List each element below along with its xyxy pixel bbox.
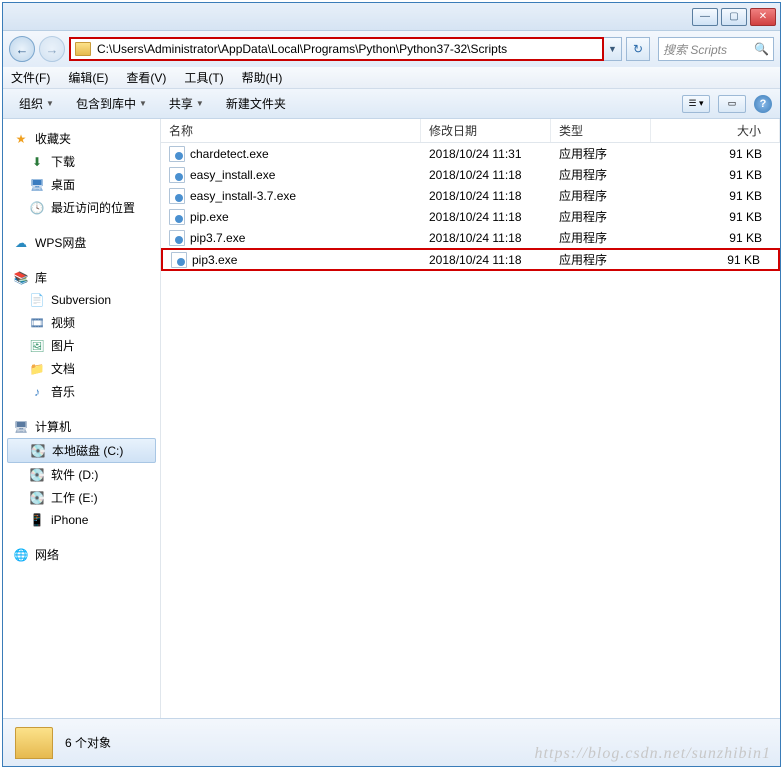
file-date: 2018/10/24 11:18 [421,253,551,267]
file-name: pip.exe [190,210,229,224]
close-button[interactable]: ✕ [750,8,776,26]
file-type: 应用程序 [551,229,651,246]
exe-icon [169,209,185,225]
col-name[interactable]: 名称 [161,119,421,142]
file-date: 2018/10/24 11:18 [421,189,551,203]
exe-icon [169,188,185,204]
view-options-button[interactable]: ☰ ▾ [682,95,710,113]
sidebar-favorites[interactable]: ★收藏夹 [3,127,160,150]
file-date: 2018/10/24 11:18 [421,168,551,182]
file-type: 应用程序 [551,145,651,162]
folder-icon [75,42,91,56]
sidebar-libraries[interactable]: 📚库 [3,266,160,289]
menu-bar: 文件(F) 编辑(E) 查看(V) 工具(T) 帮助(H) [3,67,780,89]
menu-view[interactable]: 查看(V) [126,69,166,86]
file-type: 应用程序 [551,166,651,183]
back-button[interactable]: ← [9,36,35,62]
file-type: 应用程序 [551,187,651,204]
folder-icon [15,727,53,759]
file-name: pip3.7.exe [190,231,245,245]
file-type: 应用程序 [551,208,651,225]
file-row[interactable]: pip3.7.exe 2018/10/24 11:18应用程序91 KB [161,227,780,248]
sidebar-item-drive-e[interactable]: 💽工作 (E:) [3,486,160,509]
refresh-button[interactable]: ↻ [626,37,650,61]
sidebar-item-recent[interactable]: 🕓最近访问的位置 [3,196,160,219]
file-date: 2018/10/24 11:18 [421,231,551,245]
share-button[interactable]: 共享▼ [161,92,212,115]
exe-icon [169,230,185,246]
include-library-button[interactable]: 包含到库中▼ [68,92,155,115]
file-size: 91 KB [651,168,780,182]
file-list-pane: 名称 修改日期 类型 大小 chardetect.exe 2018/10/24 1… [161,119,780,718]
sidebar-item-drive-d[interactable]: 💽软件 (D:) [3,463,160,486]
status-bar: 6 个对象 [3,718,780,766]
search-placeholder: 搜索 Scripts [663,41,727,58]
explorer-window: — ▢ ✕ ← → ▼ ↻ 搜索 Scripts 🔍 文件(F) 编辑(E) 查… [2,2,781,767]
file-row[interactable]: easy_install-3.7.exe 2018/10/24 11:18应用程序… [161,185,780,206]
address-bar[interactable] [69,37,604,61]
exe-icon [169,167,185,183]
sidebar-item-documents[interactable]: 📁文档 [3,357,160,380]
sidebar-wps[interactable]: ☁WPS网盘 [3,231,160,254]
search-box[interactable]: 搜索 Scripts 🔍 [658,37,774,61]
help-button[interactable]: ? [754,95,772,113]
command-bar: 组织▼ 包含到库中▼ 共享▼ 新建文件夹 ☰ ▾ ▭ ? [3,89,780,119]
menu-help[interactable]: 帮助(H) [242,69,283,86]
status-text: 6 个对象 [65,734,111,751]
address-dropdown[interactable]: ▼ [604,37,622,61]
file-rows: chardetect.exe2018/10/24 11:31应用程序91 KBe… [161,143,780,718]
sidebar-item-music[interactable]: ♪音乐 [3,380,160,403]
file-row[interactable]: pip3.exe 2018/10/24 11:18应用程序91 KB [161,248,780,271]
col-type[interactable]: 类型 [551,119,651,142]
file-size: 91 KB [651,210,780,224]
file-name: easy_install-3.7.exe [190,189,296,203]
new-folder-button[interactable]: 新建文件夹 [218,92,294,115]
column-headers: 名称 修改日期 类型 大小 [161,119,780,143]
file-size: 91 KB [651,147,780,161]
exe-icon [171,252,187,268]
forward-button[interactable]: → [39,36,65,62]
sidebar-item-drive-c[interactable]: 💽本地磁盘 (C:) [7,438,156,463]
search-icon: 🔍 [754,42,769,56]
col-size[interactable]: 大小 [651,119,780,142]
titlebar: — ▢ ✕ [3,3,780,31]
sidebar-item-downloads[interactable]: ⬇下载 [3,150,160,173]
file-size: 91 KB [651,189,780,203]
address-input[interactable] [97,42,598,56]
file-row[interactable]: easy_install.exe 2018/10/24 11:18应用程序91 K… [161,164,780,185]
file-size: 91 KB [651,231,780,245]
file-name: chardetect.exe [190,147,269,161]
sidebar-network[interactable]: 🌐网络 [3,543,160,566]
file-name: pip3.exe [192,253,237,267]
exe-icon [169,146,185,162]
sidebar-item-pictures[interactable]: 🖼图片 [3,334,160,357]
nav-sidebar: ★收藏夹 ⬇下载 🖥桌面 🕓最近访问的位置 ☁WPS网盘 📚库 📄Subvers… [3,119,161,718]
preview-pane-button[interactable]: ▭ [718,95,746,113]
file-name: easy_install.exe [190,168,275,182]
file-size: 91 KB [651,253,778,267]
minimize-button[interactable]: — [692,8,718,26]
sidebar-item-desktop[interactable]: 🖥桌面 [3,173,160,196]
file-date: 2018/10/24 11:18 [421,210,551,224]
file-type: 应用程序 [551,251,651,268]
file-row[interactable]: chardetect.exe 2018/10/24 11:31应用程序91 KB [161,143,780,164]
sidebar-computer[interactable]: 🖥计算机 [3,415,160,438]
menu-tools[interactable]: 工具(T) [184,69,223,86]
sidebar-item-videos[interactable]: 🎞视频 [3,311,160,334]
menu-file[interactable]: 文件(F) [11,69,50,86]
maximize-button[interactable]: ▢ [721,8,747,26]
file-date: 2018/10/24 11:31 [421,147,551,161]
col-date[interactable]: 修改日期 [421,119,551,142]
file-row[interactable]: pip.exe 2018/10/24 11:18应用程序91 KB [161,206,780,227]
address-bar-container: ▼ ↻ [69,36,650,62]
nav-toolbar: ← → ▼ ↻ 搜索 Scripts 🔍 [3,31,780,67]
sidebar-item-iphone[interactable]: 📱iPhone [3,509,160,531]
organize-button[interactable]: 组织▼ [11,92,62,115]
menu-edit[interactable]: 编辑(E) [68,69,108,86]
sidebar-item-subversion[interactable]: 📄Subversion [3,289,160,311]
